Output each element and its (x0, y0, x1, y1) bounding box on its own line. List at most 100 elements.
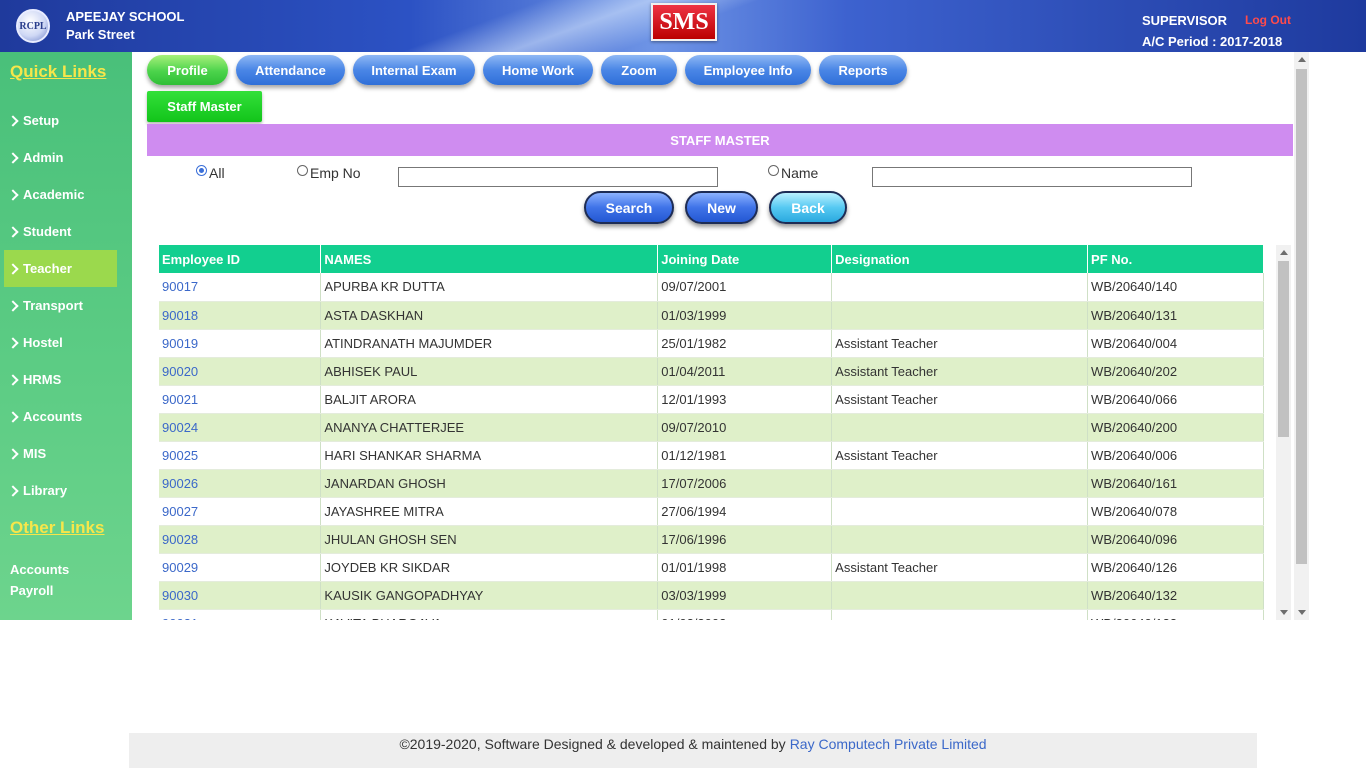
cell-employee-id[interactable]: 90018 (159, 301, 322, 330)
sidebar-item-transport[interactable]: Transport (4, 287, 117, 324)
col-employee-id[interactable]: Employee ID (159, 245, 322, 273)
cell-employee-id[interactable]: 90025 (159, 441, 322, 470)
table-row[interactable]: 90019 ATINDRANATH MAJUMDER 25/01/1982 Assis… (159, 329, 1264, 358)
table-row[interactable]: 90017 APURBA KR DUTTA 09/07/2001 WB/20640/1… (159, 273, 1264, 302)
sidebar-item-academic[interactable]: Academic (4, 176, 117, 213)
cell-name: KAVITA BHARGAVA (320, 609, 659, 620)
page-scroll-thumb[interactable] (1296, 69, 1307, 564)
table-row[interactable]: 90031KAVITA BHARGAVA01/02/2002 WB/20640/1… (159, 609, 1264, 620)
sidebar-item-label: Admin (23, 150, 64, 165)
cell-joining-date: 27/06/1994 (657, 497, 833, 526)
sub-tab-staff-master[interactable]: Staff Master (147, 91, 262, 122)
page-scroll-up-icon[interactable] (1298, 57, 1306, 62)
col-pf-no[interactable]: PF No. (1087, 245, 1264, 273)
cell-employee-id[interactable]: 90028 (159, 525, 322, 554)
cell-employee-id[interactable]: 90027 (159, 497, 322, 526)
tab-attendance[interactable]: Attendance (236, 55, 345, 85)
sidebar-item-admin[interactable]: Admin (4, 139, 117, 176)
table-row[interactable]: 90030 KAUSIK GANGOPADHYAY 03/03/1999 WB/206… (159, 581, 1264, 610)
cell-employee-id[interactable]: 90021 (159, 385, 322, 414)
sidebar-item-mis[interactable]: MIS (4, 435, 117, 472)
cell-designation (831, 273, 1089, 302)
table-row[interactable]: 90020 ABHISEK PAUL 01/04/2011 Assistant Tea… (159, 357, 1264, 386)
radio-all[interactable] (196, 165, 207, 176)
sidebar-item-student[interactable]: Student (4, 213, 117, 250)
tab-home-work[interactable]: Home Work (483, 55, 593, 85)
col-joining-date[interactable]: Joining Date (657, 245, 833, 273)
table-row[interactable]: 90027 JAYASHREE MITRA 27/06/1994 WB/20640/0… (159, 497, 1264, 526)
other-link-accounts[interactable]: Accounts (10, 562, 69, 577)
sidebar-item-hrms[interactable]: HRMS (4, 361, 117, 398)
table-row[interactable]: 90018 ASTA DASKHAN 01/03/1999 WB/20640/131 (159, 301, 1264, 330)
cell-pf-no: WB/20640/140 (1087, 273, 1264, 302)
logo-text: RCPL (19, 20, 47, 32)
staff-table: Employee ID NAMES Joining Date Designati… (159, 245, 1264, 620)
cell-joining-date: 09/07/2010 (657, 413, 833, 442)
cell-pf-no: WB/20640/133 (1087, 609, 1264, 620)
table-row[interactable]: 90025 HARI SHANKAR SHARMA 01/12/1981 Assist… (159, 441, 1264, 470)
sidebar-item-library[interactable]: Library (4, 472, 117, 509)
sidebar-item-label: Hostel (23, 335, 63, 350)
cell-pf-no: WB/20640/132 (1087, 581, 1264, 610)
chevron-right-icon (7, 336, 19, 349)
name-input[interactable] (872, 167, 1192, 187)
other-link-payroll[interactable]: Payroll (10, 583, 53, 598)
cell-employee-id[interactable]: 90024 (159, 413, 322, 442)
tab-employee-info[interactable]: Employee Info (685, 55, 811, 85)
cell-employee-id[interactable]: 90030 (159, 581, 322, 610)
cell-employee-id[interactable]: 90017 (159, 273, 322, 302)
table-row[interactable]: 90029 JOYDEB KR SIKDAR 01/01/1998 Assistant… (159, 553, 1264, 582)
tab-profile[interactable]: Profile (147, 55, 228, 85)
cell-employee-id[interactable]: 90026 (159, 469, 322, 498)
emp-no-input[interactable] (398, 167, 718, 187)
logout-link[interactable]: Log Out (1245, 13, 1291, 27)
tab-internal-exam[interactable]: Internal Exam (353, 55, 475, 85)
page-scroll-down-icon[interactable] (1298, 610, 1306, 615)
cell-joining-date: 17/07/2006 (657, 469, 833, 498)
chevron-right-icon (7, 151, 19, 164)
cell-designation: Assistant Teacher (831, 553, 1089, 582)
radio-emp-no-label: Emp No (310, 165, 361, 181)
cell-employee-id[interactable]: 90031 (159, 609, 322, 620)
cell-pf-no: WB/20640/126 (1087, 553, 1264, 582)
table-row[interactable]: 90021 BALJIT ARORA 12/01/1993 Assistant Tea… (159, 385, 1264, 414)
table-row[interactable]: 90028 JHULAN GHOSH SEN 17/06/1996 WB/20640/… (159, 525, 1264, 554)
sidebar-item-teacher[interactable]: Teacher (4, 250, 117, 287)
sidebar-item-hostel[interactable]: Hostel (4, 324, 117, 361)
cell-joining-date: 03/03/1999 (657, 581, 833, 610)
scroll-down-icon[interactable] (1280, 610, 1288, 615)
col-names[interactable]: NAMES (320, 245, 659, 273)
table-row[interactable]: 90026 JANARDAN GHOSH 17/07/2006 WB/20640/16… (159, 469, 1264, 498)
cell-employee-id[interactable]: 90029 (159, 553, 322, 582)
radio-name[interactable] (768, 165, 779, 176)
scroll-up-icon[interactable] (1280, 250, 1288, 255)
page-scrollbar[interactable] (1294, 52, 1309, 620)
quick-links-heading[interactable]: Quick Links (10, 62, 106, 82)
table-scrollbar[interactable] (1276, 245, 1291, 620)
table-row[interactable]: 90024 ANANYA CHATTERJEE 09/07/2010 WB/20640… (159, 413, 1264, 442)
new-button[interactable]: New (685, 191, 758, 224)
cell-employee-id[interactable]: 90020 (159, 357, 322, 386)
search-button[interactable]: Search (584, 191, 674, 224)
sidebar-item-setup[interactable]: Setup (4, 102, 117, 139)
footer-company-link[interactable]: Ray Computech Private Limited (790, 736, 987, 752)
sidebar-item-accounts[interactable]: Accounts (4, 398, 117, 435)
back-button[interactable]: Back (769, 191, 847, 224)
radio-emp-no[interactable] (297, 165, 308, 176)
chevron-right-icon (7, 299, 19, 312)
cell-employee-id[interactable]: 90019 (159, 329, 322, 358)
cell-designation (831, 413, 1089, 442)
cell-joining-date: 25/01/1982 (657, 329, 833, 358)
tab-reports[interactable]: Reports (819, 55, 907, 85)
chevron-right-icon (7, 373, 19, 386)
cell-designation: Assistant Teacher (831, 357, 1089, 386)
table-scroll-thumb[interactable] (1278, 261, 1289, 437)
tab-zoom[interactable]: Zoom (601, 55, 677, 85)
col-designation[interactable]: Designation (831, 245, 1089, 273)
other-links-heading[interactable]: Other Links (10, 518, 104, 538)
cell-joining-date: 01/01/1998 (657, 553, 833, 582)
chevron-right-icon (7, 262, 19, 275)
cell-designation: Assistant Teacher (831, 441, 1089, 470)
cell-name: HARI SHANKAR SHARMA (320, 441, 659, 470)
cell-pf-no: WB/20640/202 (1087, 357, 1264, 386)
